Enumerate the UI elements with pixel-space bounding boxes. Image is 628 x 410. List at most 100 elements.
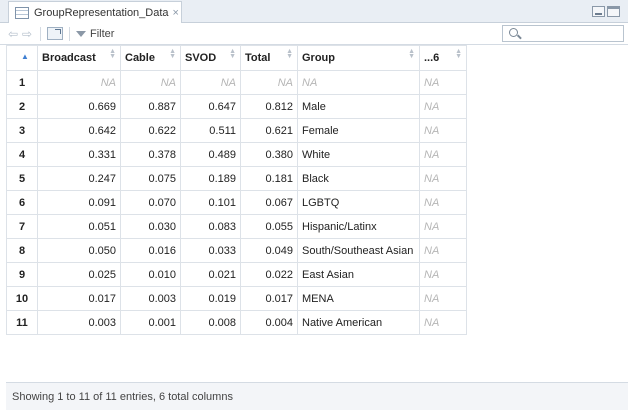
table-cell: 0.019	[180, 286, 241, 311]
status-text: Showing 1 to 11 of 11 entries, 6 total c…	[12, 390, 233, 403]
table-cell: Hispanic/Latinx	[297, 214, 420, 239]
table-cell: 0.511	[180, 118, 241, 143]
table-cell: White	[297, 142, 420, 167]
table-cell: 0.070	[120, 190, 181, 215]
table-cell: NA	[419, 286, 467, 311]
column-header[interactable]: Group ▲ ▼	[297, 45, 420, 71]
column-header[interactable]: SVOD ▲ ▼	[180, 45, 241, 71]
minimize-icon[interactable]	[592, 6, 605, 17]
table-row[interactable]: 5 0.247 0.075 0.189 0.181 Black NA	[6, 166, 467, 191]
table-cell: 0.669	[37, 94, 121, 119]
table-cell: 0.181	[240, 166, 298, 191]
table-cell: 0.647	[180, 94, 241, 119]
data-grid: ▲ Broadcast ▲ ▼ Cable ▲ ▼ SVOD ▲ ▼ Total ▲ ▼ Group ▲ ▼.…	[6, 45, 467, 335]
column-header[interactable]: Broadcast ▲ ▼	[37, 45, 121, 71]
filter-icon	[76, 30, 86, 37]
window-controls	[592, 6, 620, 17]
table-cell: East Asian	[297, 262, 420, 287]
toolbar: ⇦ ⇨ Filter	[0, 23, 628, 45]
column-header-label: Group	[302, 52, 335, 64]
table-cell: 0.055	[240, 214, 298, 239]
table-cell: 0.010	[120, 262, 181, 287]
table-cell: 0.003	[120, 286, 181, 311]
back-arrow-icon[interactable]: ⇦	[6, 27, 20, 41]
table-cell: 0.050	[37, 238, 121, 263]
table-cell: NA	[297, 70, 420, 95]
sort-icon: ▲ ▼	[109, 48, 116, 60]
table-cell: 0.489	[180, 142, 241, 167]
column-header[interactable]: Cable ▲ ▼	[120, 45, 181, 71]
column-header-label: ...6	[424, 52, 440, 64]
table-cell: 0.101	[180, 190, 241, 215]
row-index-cell: 6	[6, 190, 38, 215]
table-cell: 0.004	[240, 310, 298, 335]
table-cell: 0.017	[37, 286, 121, 311]
search-box[interactable]	[502, 25, 624, 42]
table-row[interactable]: 9 0.025 0.010 0.021 0.022 East Asian NA	[6, 262, 467, 287]
table-cell: 0.017	[240, 286, 298, 311]
table-cell: 0.189	[180, 166, 241, 191]
sort-icon: ▲ ▼	[286, 48, 293, 60]
table-cell: Native American	[297, 310, 420, 335]
table-cell: NA	[419, 310, 467, 335]
table-cell: NA	[419, 238, 467, 263]
status-bar: Showing 1 to 11 of 11 entries, 6 total c…	[6, 382, 628, 410]
table-cell: 0.049	[240, 238, 298, 263]
sort-icon: ▲ ▼	[229, 48, 236, 60]
table-cell: NA	[37, 70, 121, 95]
table-row[interactable]: 3 0.642 0.622 0.511 0.621 Female NA	[6, 118, 467, 143]
search-input[interactable]	[523, 27, 621, 40]
table-row[interactable]: 1 NA NA NA NA NA NA	[6, 70, 467, 95]
table-cell: NA	[419, 142, 467, 167]
table-row[interactable]: 7 0.051 0.030 0.083 0.055 Hispanic/Latinx NA	[6, 214, 467, 239]
tab-grouprepresentation-data[interactable]: GroupRepresentation_Data ×	[8, 1, 182, 23]
column-header[interactable]: ...6 ▲ ▼	[419, 45, 467, 71]
sort-icon: ▲ ▼	[408, 48, 415, 60]
table-cell: South/Southeast Asian	[297, 238, 420, 263]
table-cell: 0.003	[37, 310, 121, 335]
table-cell: 0.083	[180, 214, 241, 239]
table-cell: NA	[120, 70, 181, 95]
row-index-cell: 7	[6, 214, 38, 239]
table-cell: NA	[419, 166, 467, 191]
header-row: ▲ Broadcast ▲ ▼ Cable ▲ ▼ SVOD ▲ ▼ Total ▲ ▼ Group ▲ ▼.…	[6, 45, 467, 71]
toolbar-divider	[40, 26, 41, 41]
sort-icon: ▲	[21, 52, 29, 61]
table-cell: NA	[419, 262, 467, 287]
table-cell: Male	[297, 94, 420, 119]
table-cell: 0.622	[120, 118, 181, 143]
table-cell: MENA	[297, 286, 420, 311]
column-header-label: Broadcast	[42, 52, 96, 64]
table-icon	[15, 6, 29, 19]
popout-window-icon[interactable]	[47, 27, 63, 40]
table-cell: NA	[180, 70, 241, 95]
column-header-label: SVOD	[185, 52, 217, 64]
column-header-index[interactable]: ▲	[6, 45, 38, 71]
maximize-icon[interactable]	[607, 6, 620, 17]
table-body: 1 NA NA NA NA NA NA 2 0.669 0.887 0.647 0.812 Male NA…	[6, 70, 467, 335]
table-cell: Female	[297, 118, 420, 143]
row-index-cell: 10	[6, 286, 38, 311]
forward-arrow-icon[interactable]: ⇨	[20, 27, 34, 41]
table-cell: 0.247	[37, 166, 121, 191]
table-cell: 0.075	[120, 166, 181, 191]
table-row[interactable]: 2 0.669 0.887 0.647 0.812 Male NA	[6, 94, 467, 119]
table-cell: 0.033	[180, 238, 241, 263]
filter-button[interactable]: Filter	[76, 28, 114, 40]
row-index-cell: 3	[6, 118, 38, 143]
table-cell: 0.331	[37, 142, 121, 167]
table-row[interactable]: 4 0.331 0.378 0.489 0.380 White NA	[6, 142, 467, 167]
table-row[interactable]: 6 0.091 0.070 0.101 0.067 LGBTQ NA	[6, 190, 467, 215]
table-cell: 0.812	[240, 94, 298, 119]
table-cell: 0.022	[240, 262, 298, 287]
table-cell: NA	[419, 70, 467, 95]
row-index-cell: 2	[6, 94, 38, 119]
column-header-label: Total	[245, 52, 271, 64]
close-icon[interactable]: ×	[173, 7, 179, 19]
table-cell: LGBTQ	[297, 190, 420, 215]
table-row[interactable]: 11 0.003 0.001 0.008 0.004 Native American NA	[6, 310, 467, 335]
table-row[interactable]: 10 0.017 0.003 0.019 0.017 MENA NA	[6, 286, 467, 311]
column-header-label: Cable	[125, 52, 155, 64]
column-header[interactable]: Total ▲ ▼	[240, 45, 298, 71]
table-row[interactable]: 8 0.050 0.016 0.033 0.049 South/Southeast Asi…	[6, 238, 467, 263]
